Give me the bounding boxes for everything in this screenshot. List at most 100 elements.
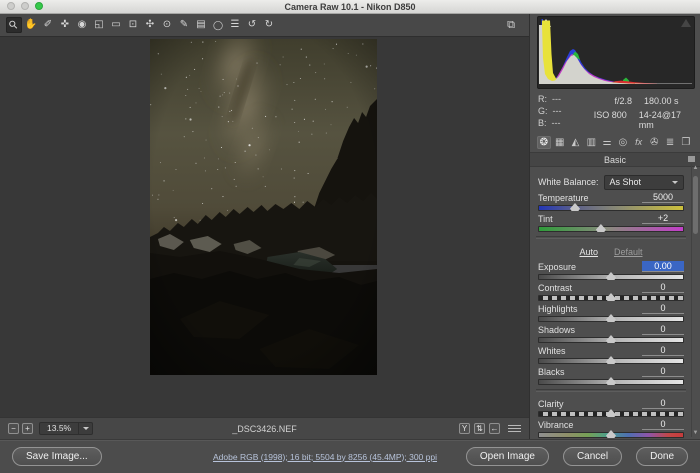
slider-value-field[interactable]: 0 <box>642 345 684 356</box>
slider-value-field[interactable]: 0 <box>642 419 684 430</box>
tab-hsl-grayscale[interactable]: ▥ <box>584 136 598 149</box>
tool-straighten[interactable]: ▭ <box>108 17 124 33</box>
basic-panel-header: Basic <box>530 152 700 167</box>
slider-thumb[interactable] <box>606 430 616 438</box>
minimize-window-icon[interactable] <box>21 2 29 10</box>
photo-preview[interactable] <box>150 39 377 375</box>
tab-detail[interactable]: ◭ <box>569 136 583 149</box>
slider-track[interactable] <box>538 226 684 232</box>
workflow-options-link[interactable]: Adobe RGB (1998); 16 bit; 5504 by 8256 (… <box>213 452 437 462</box>
slider-label: Tint <box>538 214 553 224</box>
tool-hand[interactable]: ✋ <box>23 17 39 33</box>
preview-toggle-button[interactable]: Y <box>459 423 470 434</box>
slider-value-field[interactable]: 5000 <box>642 192 684 203</box>
tool-radial-filter[interactable]: ◯ <box>210 17 226 33</box>
fullscreen-toggle-icon[interactable]: ⧉ <box>507 19 515 32</box>
copy-settings-button[interactable]: ← <box>489 423 500 434</box>
white-balance-select[interactable]: As Shot <box>604 175 684 190</box>
tool-adjustment-brush[interactable]: ✎ <box>176 17 192 33</box>
tool-preferences[interactable]: ☰ <box>227 17 243 33</box>
tab-lens-corrections[interactable]: ◎ <box>616 136 630 149</box>
slider-thumb[interactable] <box>606 272 616 280</box>
slider-thumb[interactable] <box>606 409 616 417</box>
tool-rotate-right[interactable]: ↻ <box>261 17 277 33</box>
tab-tone-curve[interactable]: ▦ <box>553 136 567 149</box>
zoom-level-chevron[interactable] <box>79 422 93 435</box>
before-after-swap-button[interactable]: ⇅ <box>474 423 485 434</box>
tool-transform[interactable]: ⊡ <box>125 17 141 33</box>
slider-value-field[interactable]: 0 <box>642 324 684 335</box>
slider-thumb[interactable] <box>570 203 580 211</box>
slider-track[interactable] <box>538 358 684 364</box>
slider-label: Highlights <box>538 304 578 314</box>
slider-value-field[interactable]: 0 <box>642 366 684 377</box>
slider-thumb[interactable] <box>606 335 616 343</box>
slider-track[interactable] <box>538 316 684 322</box>
auto-link[interactable]: Auto <box>579 247 598 257</box>
zoom-out-button[interactable]: − <box>8 423 19 434</box>
slider-value-field[interactable]: +2 <box>642 213 684 224</box>
slider-thumb[interactable] <box>606 293 616 301</box>
adjustments-panel: R:--- G:--- B:--- f/2.8180.00 s ISO 8001… <box>530 14 700 439</box>
slider-thumb[interactable] <box>606 356 616 364</box>
slider-thumb[interactable] <box>596 224 606 232</box>
scrollbar-thumb[interactable] <box>693 176 698 234</box>
tab-effects[interactable]: fx <box>632 136 646 149</box>
tool-white-balance[interactable]: ✐ <box>40 17 56 33</box>
tone-sliders: Exposure 0.00 Contrast 0 <box>538 260 684 386</box>
slider-value-field[interactable]: 0.00 <box>642 261 684 272</box>
tab-snapshots[interactable]: ❐ <box>679 136 693 149</box>
tool-rotate-left[interactable]: ↺ <box>244 17 260 33</box>
tool-color-sampler[interactable]: ✜ <box>57 17 73 33</box>
tab-presets[interactable]: ≣ <box>663 136 677 149</box>
white-balance-icon: ✐ <box>44 20 52 30</box>
slider-label: Exposure <box>538 262 576 272</box>
slider-track[interactable] <box>538 432 684 438</box>
histogram[interactable] <box>537 16 695 89</box>
tool-red-eye[interactable]: ⊙ <box>159 17 175 33</box>
panel-scrollbar[interactable]: ▲ ▼ <box>691 164 699 437</box>
camera-calibration-icon: ✇ <box>650 138 658 148</box>
slider-thumb[interactable] <box>606 377 616 385</box>
slider-value-field[interactable]: 0 <box>642 282 684 293</box>
zoom-level-select[interactable]: 13.5% <box>39 422 93 435</box>
close-window-icon[interactable] <box>7 2 15 10</box>
tab-split-toning[interactable]: ⚌ <box>600 136 614 149</box>
tool-graduated-filter[interactable]: ▤ <box>193 17 209 33</box>
slider-track[interactable] <box>538 205 684 211</box>
effects-icon: fx <box>635 138 642 147</box>
tool-zoom[interactable]: ⚲ <box>6 17 22 33</box>
tab-basic[interactable]: ❂ <box>537 136 551 149</box>
night-sky-photo <box>150 39 377 375</box>
slider-track[interactable] <box>538 274 684 280</box>
image-canvas[interactable] <box>0 37 529 417</box>
slider-thumb[interactable] <box>606 314 616 322</box>
slider-track[interactable] <box>538 337 684 343</box>
basic-panel-title: Basic <box>530 155 700 165</box>
b-label: B: <box>538 118 547 128</box>
zoom-in-button[interactable]: + <box>22 423 33 434</box>
save-image-button[interactable]: Save Image... <box>12 447 102 466</box>
tab-camera-calibration[interactable]: ✇ <box>647 136 661 149</box>
default-link[interactable]: Default <box>614 247 643 257</box>
auto-default-row: Auto Default <box>538 244 684 260</box>
slider-track[interactable] <box>538 411 684 417</box>
tool-spot-removal[interactable]: ✣ <box>142 17 158 33</box>
cancel-button[interactable]: Cancel <box>563 447 622 466</box>
slider-track[interactable] <box>538 379 684 385</box>
tool-group: ⚲ ✋ ✐ ✜ ◉ ◱ ▭ ⊡ <box>6 17 278 33</box>
tool-targeted-adjustment[interactable]: ◉ <box>74 17 90 33</box>
slider-value-field[interactable]: 0 <box>642 303 684 314</box>
open-image-button[interactable]: Open Image <box>466 447 549 466</box>
detail-icon: ◭ <box>572 138 580 148</box>
scroll-up-icon[interactable]: ▲ <box>692 165 699 171</box>
panel-menu-icon[interactable] <box>688 156 695 162</box>
readout-exif: R:--- G:--- B:--- f/2.8180.00 s ISO 8001… <box>530 89 700 132</box>
r-value: --- <box>552 94 561 104</box>
slider-value-field[interactable]: 0 <box>642 398 684 409</box>
slider-label: Whites <box>538 346 566 356</box>
slider-track[interactable] <box>538 295 684 301</box>
tool-crop[interactable]: ◱ <box>91 17 107 33</box>
zoom-window-icon[interactable] <box>35 2 43 10</box>
done-button[interactable]: Done <box>636 447 688 466</box>
